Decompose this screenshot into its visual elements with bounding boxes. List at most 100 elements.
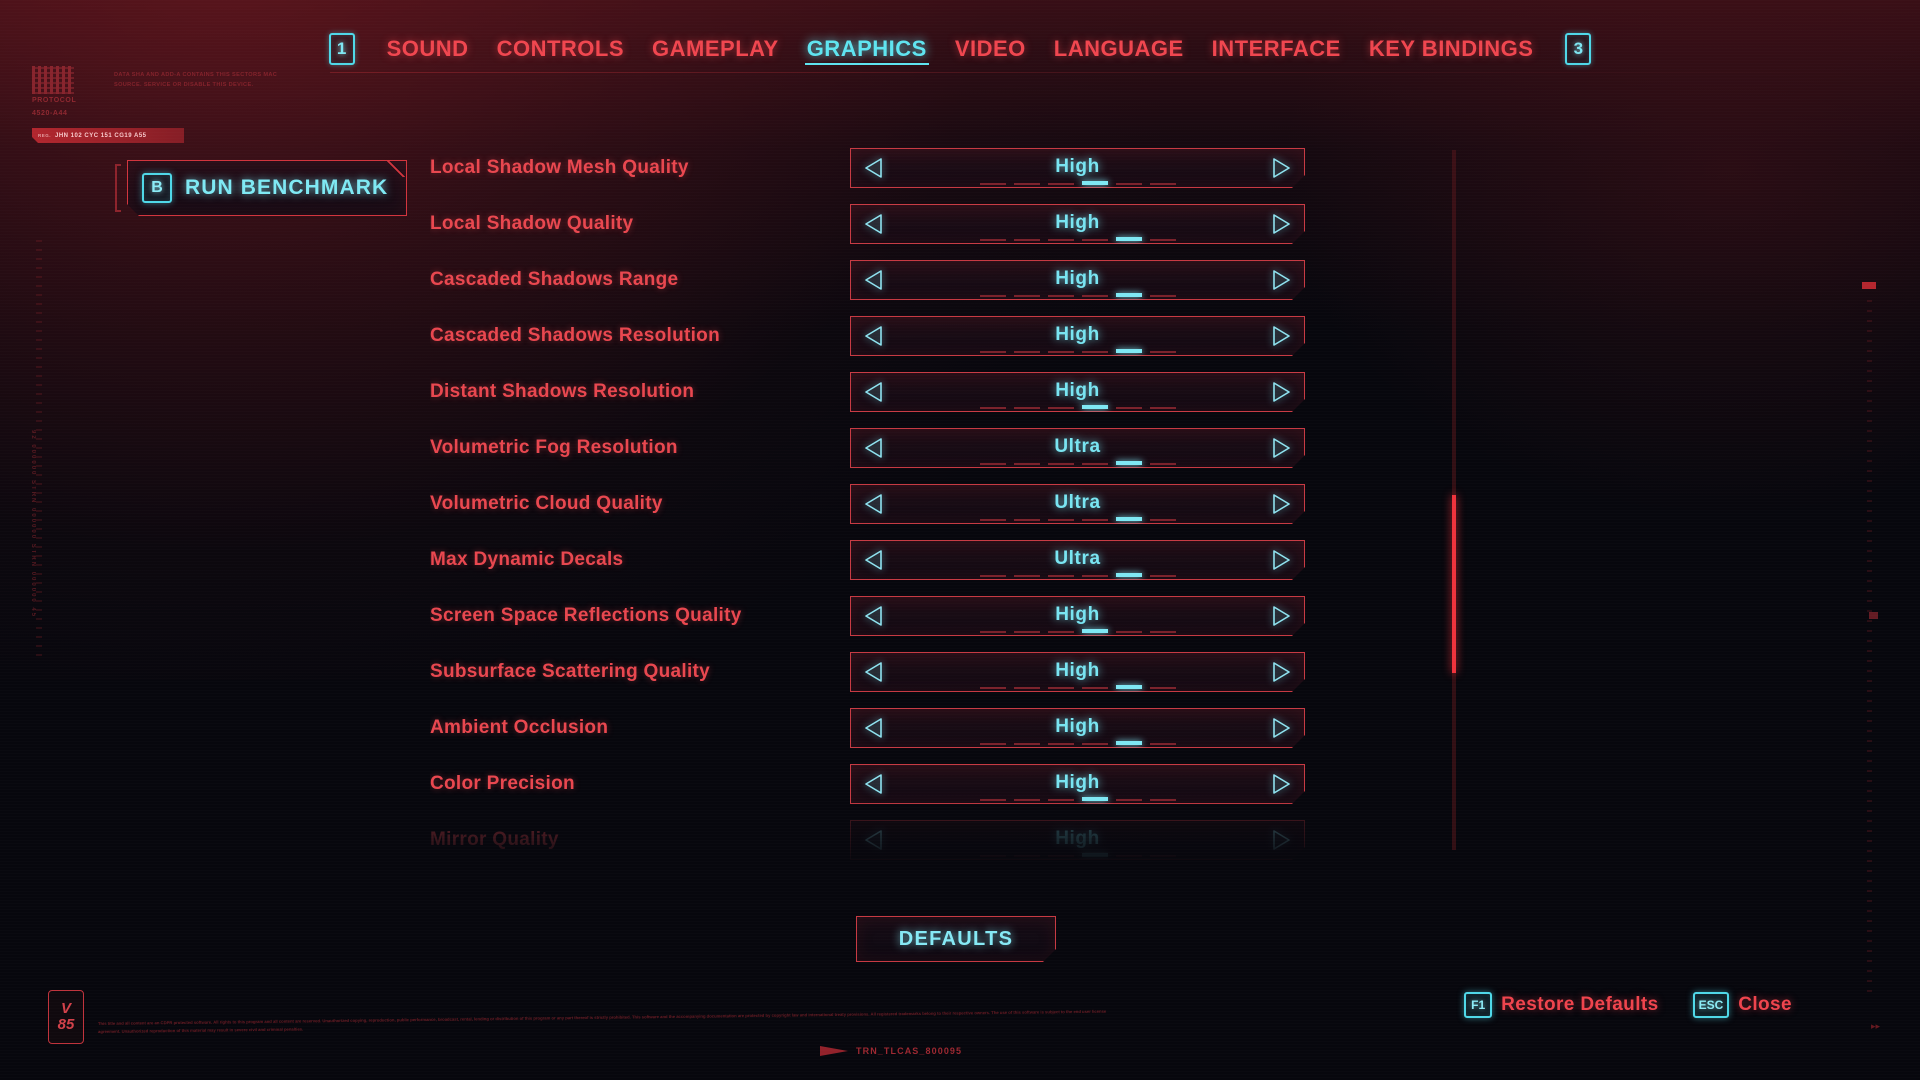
step-dash	[1082, 239, 1108, 241]
arrow-left-icon[interactable]	[851, 541, 897, 579]
hint-close[interactable]: ESC Close	[1692, 992, 1792, 1018]
step-dash	[1150, 855, 1176, 857]
settings-scrollbar-thumb[interactable]	[1452, 495, 1456, 673]
setting-value-container: High	[897, 261, 1258, 299]
arrow-right-icon[interactable]	[1258, 541, 1304, 579]
tab-language[interactable]: LANGUAGE	[1052, 34, 1186, 64]
tab-interface[interactable]: INTERFACE	[1210, 34, 1343, 64]
tab-sound[interactable]: SOUND	[385, 34, 471, 64]
tab-graphics[interactable]: GRAPHICS	[804, 34, 929, 65]
setting-step-track	[980, 181, 1176, 185]
setting-value: Ultra	[1054, 548, 1101, 569]
hud-red-code-bar: REG. JHN 102 CYC 151 CG19 A55	[32, 128, 184, 143]
setting-value-selector[interactable]: High	[850, 204, 1305, 244]
arrow-right-icon[interactable]	[1258, 765, 1304, 803]
step-dash	[980, 743, 1006, 745]
arrow-right-icon[interactable]	[1258, 709, 1304, 747]
page-next-badge[interactable]: 3	[1565, 33, 1592, 65]
defaults-button[interactable]: DEFAULTS	[856, 916, 1056, 962]
arrow-left-icon[interactable]	[851, 429, 897, 467]
arrow-left-icon[interactable]	[851, 765, 897, 803]
arrow-right-icon[interactable]	[1258, 597, 1304, 635]
hint-key-badge: F1	[1464, 992, 1493, 1018]
setting-step-track	[980, 629, 1176, 633]
arrow-right-icon[interactable]	[1258, 485, 1304, 523]
trace-code-container: TRN_TLCAS_800095	[820, 1046, 962, 1056]
arrow-left-icon[interactable]	[851, 821, 897, 859]
step-dash	[1014, 407, 1040, 409]
tab-key-bindings[interactable]: KEY BINDINGS	[1367, 34, 1536, 64]
arrow-right-icon[interactable]	[1258, 373, 1304, 411]
arrow-right-icon[interactable]	[1258, 317, 1304, 355]
version-number: 85	[57, 1016, 75, 1033]
arrow-left-icon[interactable]	[851, 597, 897, 635]
arrow-left-icon[interactable]	[851, 485, 897, 523]
arrow-right-icon[interactable]	[1258, 205, 1304, 243]
arrow-right-icon[interactable]	[1258, 653, 1304, 691]
hud-divider-line	[330, 72, 1890, 73]
setting-value-selector[interactable]: High	[850, 820, 1305, 860]
step-dash	[1048, 351, 1074, 353]
setting-value-selector[interactable]: High	[850, 708, 1305, 748]
hint-label: Restore Defaults	[1501, 994, 1659, 1015]
setting-row: Mirror Quality High	[430, 812, 1460, 860]
setting-value-container: High	[897, 821, 1258, 859]
setting-value-selector[interactable]: High	[850, 764, 1305, 804]
step-dash	[1048, 743, 1074, 745]
page-prev-badge[interactable]: 1	[328, 33, 355, 65]
arrow-left-icon[interactable]	[851, 261, 897, 299]
setting-value-selector[interactable]: Ultra	[850, 428, 1305, 468]
tab-video[interactable]: VIDEO	[953, 34, 1028, 64]
step-dash	[1014, 519, 1040, 521]
setting-value: High	[1055, 156, 1100, 177]
setting-row: Subsurface Scattering Quality High	[430, 644, 1460, 700]
step-dash	[1082, 519, 1108, 521]
settings-scrollbar-track[interactable]	[1452, 150, 1456, 850]
setting-value-selector[interactable]: Ultra	[850, 540, 1305, 580]
step-dash	[1150, 351, 1176, 353]
arrow-right-icon[interactable]	[1258, 821, 1304, 859]
setting-label: Volumetric Cloud Quality	[430, 493, 663, 514]
arrow-left-icon[interactable]	[851, 317, 897, 355]
setting-value-selector[interactable]: High	[850, 148, 1305, 188]
arrow-right-icon[interactable]	[1258, 261, 1304, 299]
setting-value-selector[interactable]: Ultra	[850, 484, 1305, 524]
setting-value-selector[interactable]: High	[850, 260, 1305, 300]
trace-code-label: TRN_TLCAS_800095	[856, 1046, 963, 1056]
decor-arrow-right: ▸▸	[1870, 1021, 1880, 1031]
marker-dot-right-mid	[1869, 612, 1878, 619]
setting-value-selector[interactable]: High	[850, 652, 1305, 692]
step-dash-active	[1116, 573, 1142, 577]
arrow-left-icon[interactable]	[851, 653, 897, 691]
step-dash-active	[1116, 685, 1142, 689]
step-dash	[980, 463, 1006, 465]
arrow-right-icon[interactable]	[1258, 149, 1304, 187]
run-benchmark-button[interactable]: B RUN BENCHMARK	[127, 160, 407, 216]
arrow-right-icon[interactable]	[1258, 429, 1304, 467]
setting-label: Max Dynamic Decals	[430, 549, 624, 570]
setting-value: High	[1055, 772, 1100, 793]
run-benchmark-container: B RUN BENCHMARK	[115, 160, 407, 216]
setting-value-selector[interactable]: High	[850, 596, 1305, 636]
arrow-left-icon[interactable]	[851, 709, 897, 747]
benchmark-rail-decor	[115, 164, 121, 212]
step-dash	[1048, 183, 1074, 185]
hint-restore-defaults[interactable]: F1 Restore Defaults	[1464, 992, 1658, 1018]
arrow-left-icon[interactable]	[851, 149, 897, 187]
setting-value-selector[interactable]: High	[850, 372, 1305, 412]
tab-controls[interactable]: CONTROLS	[495, 34, 626, 64]
arrow-left-icon[interactable]	[851, 205, 897, 243]
step-dash	[1014, 575, 1040, 577]
setting-value: High	[1055, 380, 1100, 401]
setting-value-selector[interactable]: High	[850, 316, 1305, 356]
step-dash	[1014, 799, 1040, 801]
setting-step-track	[980, 685, 1176, 689]
setting-label: Screen Space Reflections Quality	[430, 605, 742, 626]
step-dash	[1082, 463, 1108, 465]
setting-value-container: High	[897, 597, 1258, 635]
arrow-left-icon[interactable]	[851, 373, 897, 411]
tab-gameplay[interactable]: GAMEPLAY	[650, 34, 781, 64]
setting-value-container: High	[897, 205, 1258, 243]
setting-row: Screen Space Reflections Quality High	[430, 588, 1460, 644]
step-dash	[1150, 295, 1176, 297]
